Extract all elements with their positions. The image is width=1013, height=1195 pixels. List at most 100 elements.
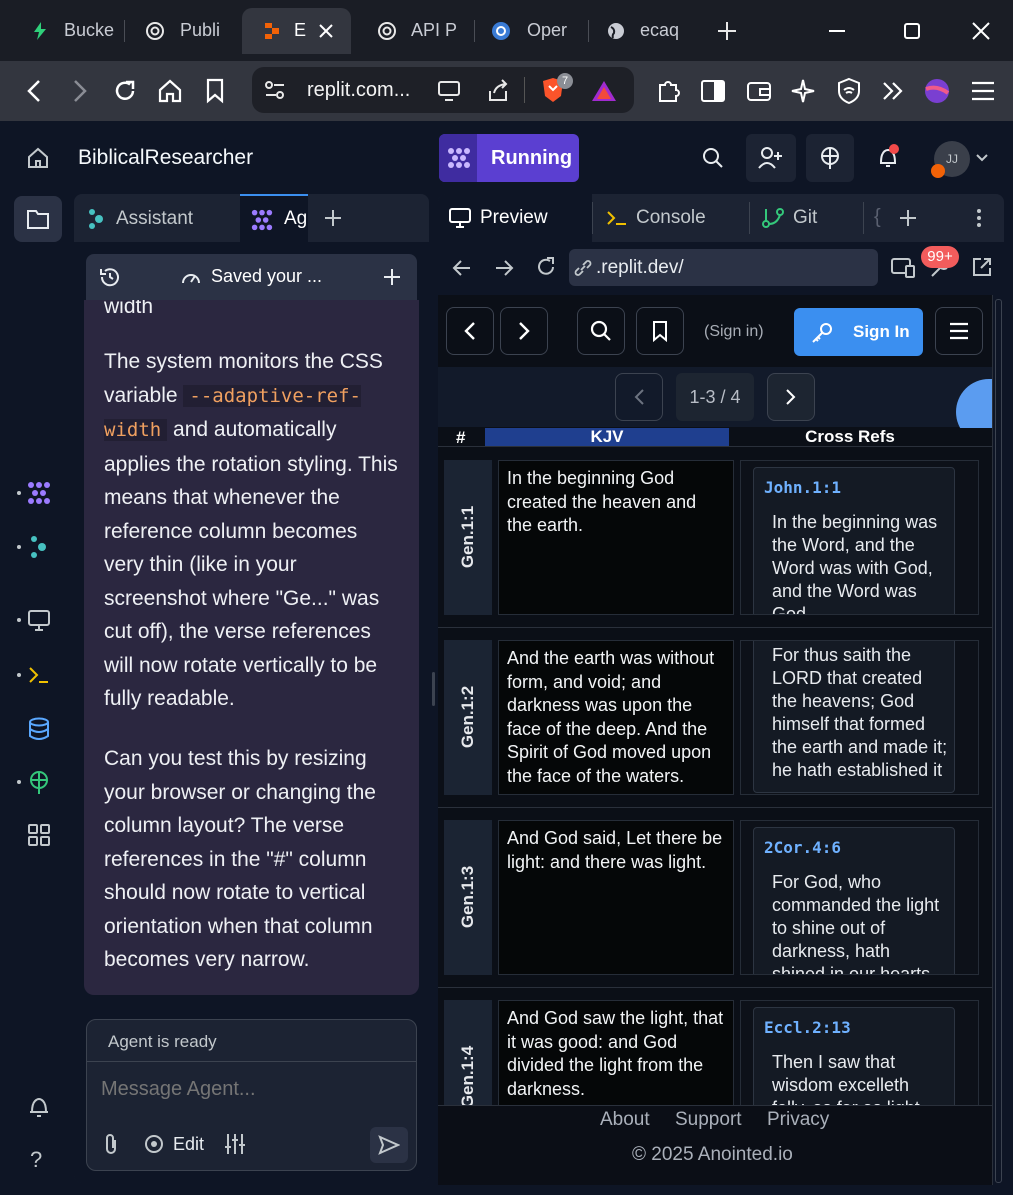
browser-tab-3-active[interactable]: E (242, 8, 351, 54)
preview-url-text: .replit.dev/ (596, 257, 684, 278)
tab-preview[interactable]: Preview (438, 194, 592, 242)
wallet-button[interactable] (744, 76, 774, 106)
next-page-button[interactable] (767, 373, 815, 421)
deploy-button[interactable] (806, 134, 854, 182)
add-tab-icon[interactable] (324, 209, 342, 227)
preview-url-field[interactable]: .replit.dev/ (569, 249, 878, 286)
verse-ref-cell[interactable]: Gen.1:2 (444, 640, 492, 795)
cross-ref-link[interactable]: Eccl.2:13 (764, 1018, 954, 1037)
home-icon[interactable] (26, 146, 50, 170)
minimize-button[interactable] (820, 14, 854, 48)
profile-button[interactable] (922, 76, 952, 106)
address-text[interactable]: replit.com... (307, 79, 410, 102)
run-status-button[interactable]: Running (439, 134, 579, 182)
verse-ref-cell[interactable]: Gen.1:1 (444, 460, 492, 615)
panel-resizer[interactable] (432, 672, 435, 706)
browser-tab-6[interactable]: ecaq (590, 8, 690, 54)
brave-rewards-icon[interactable] (590, 79, 618, 103)
cross-ref-card[interactable]: John.1:1 In the beginning was the Word, … (753, 467, 955, 614)
prev-page-button[interactable] (615, 373, 663, 421)
agent-icon[interactable] (26, 480, 52, 506)
footer-link-about[interactable]: About (600, 1109, 650, 1131)
files-toggle-button[interactable] (14, 196, 62, 242)
tab-agent[interactable]: Agent (240, 194, 308, 242)
edit-target-icon[interactable] (143, 1133, 165, 1155)
menu-button[interactable] (968, 76, 998, 106)
console-icon[interactable] (26, 662, 52, 688)
leo-ai-button[interactable] (788, 76, 818, 106)
chat-title[interactable]: Saved your ... (211, 266, 322, 287)
site-settings-icon[interactable] (264, 80, 286, 100)
vpn-button[interactable] (834, 76, 864, 106)
chat-header: Saved your ... (86, 254, 417, 300)
verse-ref-cell[interactable]: Gen.1:4 (444, 1000, 492, 1105)
attach-icon[interactable] (101, 1132, 121, 1156)
cross-ref-link[interactable]: John.1:1 (764, 478, 954, 497)
history-icon[interactable] (98, 266, 122, 288)
devices-icon[interactable] (890, 257, 916, 279)
more-extensions-button[interactable] (878, 76, 908, 106)
browser-tab-2[interactable]: Publi (125, 8, 240, 54)
browser-tab-1[interactable]: Bucke (8, 8, 123, 54)
chevron-down-icon[interactable] (976, 153, 988, 163)
sign-in-button[interactable]: Sign In (794, 308, 923, 356)
arrow-left-icon[interactable] (452, 259, 472, 277)
app-menu-button[interactable] (935, 307, 983, 355)
chat-messages[interactable]: width The system monitors the CSS variab… (84, 300, 419, 995)
database-icon[interactable] (26, 716, 52, 742)
cross-ref-card[interactable]: 2Cor.4:6 For God, who commanded the ligh… (753, 827, 955, 974)
new-chat-icon[interactable] (383, 268, 401, 286)
footer-link-privacy[interactable]: Privacy (767, 1109, 829, 1131)
cross-ref-link[interactable]: 2Cor.4:6 (764, 838, 954, 857)
add-tab-icon[interactable] (899, 209, 917, 227)
bookmark-button[interactable] (200, 76, 230, 106)
app-back-button[interactable] (446, 307, 494, 355)
edit-button[interactable]: Edit (173, 1134, 204, 1155)
more-vertical-icon[interactable] (976, 208, 982, 228)
home-button[interactable] (155, 76, 185, 106)
verse-ref-cell[interactable]: Gen.1:3 (444, 820, 492, 975)
footer-link-support[interactable]: Support (675, 1109, 742, 1131)
preview-scrollbar[interactable] (992, 295, 1004, 1185)
scrollbar-thumb[interactable] (995, 299, 1002, 1183)
share-icon[interactable] (486, 79, 510, 103)
message-input[interactable] (101, 1072, 401, 1106)
address-bar[interactable]: replit.com... 7 (252, 67, 634, 113)
help-icon[interactable]: ? (30, 1147, 42, 1173)
forward-button[interactable] (64, 76, 94, 106)
monitor-icon[interactable] (26, 607, 52, 633)
arrow-right-icon[interactable] (494, 259, 514, 277)
maximize-button[interactable] (895, 14, 929, 48)
grid-icon[interactable] (26, 822, 52, 848)
open-new-window-icon[interactable] (971, 256, 993, 278)
reload-button[interactable] (110, 76, 140, 106)
sidebar-button[interactable] (698, 76, 728, 106)
reload-icon[interactable] (535, 256, 557, 278)
extensions-button[interactable] (654, 76, 684, 106)
project-name[interactable]: BiblicalResearcher (78, 146, 253, 170)
tab-console[interactable]: Console (594, 194, 749, 242)
overflow-tab[interactable]: { (874, 206, 881, 229)
back-button[interactable] (20, 76, 50, 106)
app-forward-button[interactable] (500, 307, 548, 355)
new-tab-icon[interactable] (716, 20, 738, 42)
alerts-bell-icon[interactable] (26, 1094, 52, 1120)
close-tab-icon[interactable] (318, 23, 334, 39)
browser-tab-5[interactable]: Oper (475, 8, 585, 54)
app-bookmark-button[interactable] (636, 307, 684, 355)
sliders-icon[interactable] (223, 1132, 247, 1156)
cross-ref-card[interactable]: Eccl.2:13 Then I saw that wisdom excelle… (753, 1007, 955, 1105)
send-button[interactable] (370, 1127, 408, 1163)
assistant-icon[interactable] (26, 534, 52, 560)
tab-git[interactable]: Git (751, 194, 861, 242)
search-icon[interactable] (702, 147, 724, 169)
invite-button[interactable] (746, 134, 796, 182)
tab-assistant[interactable]: Assistant (74, 194, 238, 242)
deployments-icon[interactable] (26, 769, 52, 795)
cast-icon[interactable] (437, 80, 461, 102)
close-window-button[interactable] (964, 14, 998, 48)
app-search-button[interactable] (577, 307, 625, 355)
cross-ref-card[interactable]: For thus saith the LORD that created the… (753, 641, 955, 793)
browser-tab-4[interactable]: API P (355, 8, 465, 54)
column-header-kjv[interactable]: KJV (485, 428, 729, 446)
